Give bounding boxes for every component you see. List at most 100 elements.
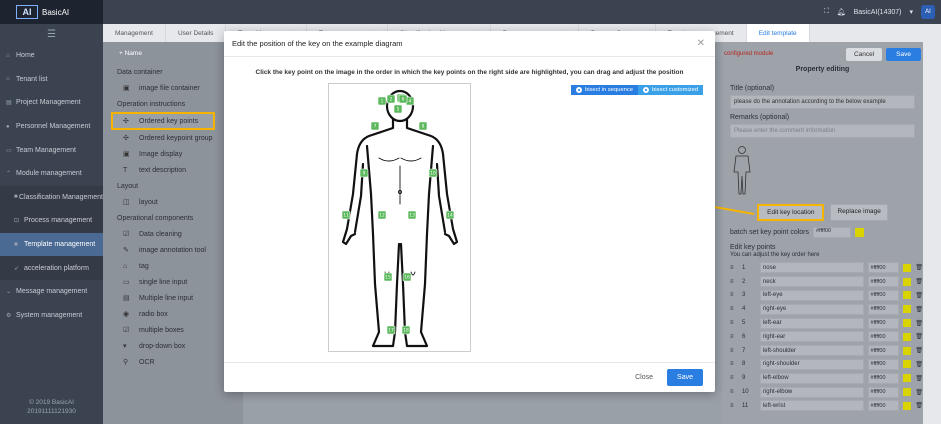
- sidebar-item-system-management[interactable]: ⚙ System management: [0, 304, 103, 328]
- group-layout[interactable]: Layout: [103, 178, 243, 194]
- key-point-row[interactable]: ≡ 7 left-shoulder #ffff00 🗑︎: [722, 344, 923, 358]
- component-data-cleaning[interactable]: ☑ Data cleaning: [103, 226, 243, 242]
- keypoint-marker[interactable]: 16: [402, 272, 412, 282]
- keypoint-marker[interactable]: 7: [370, 121, 380, 131]
- key-point-color-swatch[interactable]: [903, 360, 912, 369]
- drag-handle-icon[interactable]: ≡: [730, 320, 738, 326]
- scrollbar[interactable]: [923, 42, 941, 424]
- key-point-color-swatch[interactable]: [903, 319, 912, 328]
- component-tag[interactable]: ⌂ tag: [103, 258, 243, 274]
- trash-icon[interactable]: 🗑︎: [915, 306, 923, 313]
- key-point-color-input[interactable]: #ffff00: [867, 372, 900, 384]
- key-point-color-swatch[interactable]: [903, 291, 912, 300]
- component-layout[interactable]: ◫ layout: [103, 194, 243, 210]
- tab-user-details[interactable]: User Details: [166, 24, 227, 42]
- human-body-figure[interactable]: 123456789101112131415161718: [329, 84, 472, 353]
- remarks-input[interactable]: Please enter the comment information: [730, 124, 915, 138]
- key-point-color-swatch[interactable]: [903, 277, 912, 286]
- key-point-color-input[interactable]: #ffff00: [867, 400, 900, 412]
- key-point-color-input[interactable]: #ffff00: [867, 317, 900, 329]
- sidebar-item-message-management[interactable]: ⌄ Message management: [0, 280, 103, 304]
- modal-save-button[interactable]: Save: [667, 369, 703, 386]
- key-point-color-swatch[interactable]: [903, 388, 912, 397]
- keypoint-marker[interactable]: 17: [386, 325, 396, 335]
- trash-icon[interactable]: 🗑︎: [915, 333, 923, 340]
- tab-management[interactable]: Management: [103, 24, 166, 42]
- key-point-name-input[interactable]: right-shoulder: [759, 358, 864, 370]
- keypoint-marker[interactable]: 11: [341, 210, 351, 220]
- drag-handle-icon[interactable]: ≡: [730, 403, 738, 409]
- key-point-color-input[interactable]: #ffff00: [867, 358, 900, 370]
- keypoint-marker[interactable]: 1: [377, 96, 387, 106]
- sidebar-item-template-management[interactable]: ■ Template management: [0, 232, 103, 257]
- key-point-color-input[interactable]: #ffff00: [867, 262, 900, 274]
- key-point-name-input[interactable]: right-elbow: [759, 386, 864, 398]
- component-radio-box[interactable]: ◉ radio box: [103, 306, 243, 322]
- key-point-color-input[interactable]: #ffff00: [867, 331, 900, 343]
- replace-image-button[interactable]: Replace image: [830, 204, 888, 221]
- trash-icon[interactable]: 🗑︎: [915, 264, 923, 271]
- key-point-name-input[interactable]: left-shoulder: [759, 345, 864, 357]
- trash-icon[interactable]: 🗑︎: [915, 278, 923, 285]
- drag-handle-icon[interactable]: ≡: [730, 265, 738, 271]
- user-menu[interactable]: BasicAI(14307): [854, 9, 902, 16]
- example-diagram[interactable]: 123456789101112131415161718: [328, 83, 471, 352]
- trash-icon[interactable]: 🗑︎: [915, 402, 923, 409]
- keypoint-marker[interactable]: 8: [418, 121, 428, 131]
- drag-handle-icon[interactable]: ≡: [730, 292, 738, 298]
- cancel-button[interactable]: Cancel: [845, 47, 883, 61]
- component-drop-down-box[interactable]: ▾ drop-down box: [103, 338, 243, 354]
- component-single-line-input[interactable]: ▭ single line input: [103, 274, 243, 290]
- component-ocr[interactable]: ⚲ OCR: [103, 354, 243, 370]
- bell-icon[interactable]: 🔔︎: [837, 8, 846, 16]
- key-point-row[interactable]: ≡ 1 nose #ffff00 🗑︎: [722, 261, 923, 275]
- key-point-row[interactable]: ≡ 8 right-shoulder #ffff00 🗑︎: [722, 358, 923, 372]
- trash-icon[interactable]: 🗑︎: [915, 361, 923, 368]
- key-point-color-swatch[interactable]: [903, 332, 912, 341]
- key-point-name-input[interactable]: right-eye: [759, 303, 864, 315]
- key-point-row[interactable]: ≡ 10 right-elbow #ffff00 🗑︎: [722, 385, 923, 399]
- sidebar-item-team-management[interactable]: ▭ Team Management: [0, 138, 103, 162]
- title-input[interactable]: please do the annotation according to th…: [730, 95, 915, 109]
- close-icon[interactable]: ✕: [697, 38, 705, 49]
- drag-handle-icon[interactable]: ≡: [730, 279, 738, 285]
- group-operation-instructions[interactable]: Operation instructions: [103, 96, 243, 112]
- key-point-row[interactable]: ≡ 2 neck #ffff00 🗑︎: [722, 275, 923, 289]
- component-ordered-key-points[interactable]: ✣ Ordered key points: [111, 112, 215, 130]
- key-point-color-input[interactable]: #ffff00: [867, 345, 900, 357]
- sidebar-item-acceleration-platform[interactable]: ➶ acceleration platform: [0, 256, 103, 280]
- bisect-sequence-button[interactable]: bisect in sequence: [571, 85, 639, 95]
- key-point-name-input[interactable]: left-elbow: [759, 372, 864, 384]
- drag-handle-icon[interactable]: ≡: [730, 348, 738, 354]
- key-point-color-input[interactable]: #ffff00: [867, 289, 900, 301]
- key-point-row[interactable]: ≡ 6 right-ear #ffff00 🗑︎: [722, 330, 923, 344]
- key-point-color-input[interactable]: #ffff00: [867, 303, 900, 315]
- trash-icon[interactable]: 🗑︎: [915, 375, 923, 382]
- key-point-color-input[interactable]: #ffff00: [867, 386, 900, 398]
- key-point-color-swatch[interactable]: [903, 374, 912, 383]
- key-point-row[interactable]: ≡ 11 left-wrist #ffff00 🗑︎: [722, 399, 923, 413]
- drag-handle-icon[interactable]: ≡: [730, 389, 738, 395]
- group-data-container[interactable]: Data container: [103, 64, 243, 80]
- key-point-color-input[interactable]: #ffff00: [867, 276, 900, 288]
- tab-edit-template[interactable]: Edit template: [746, 24, 810, 42]
- keypoint-marker[interactable]: 9: [359, 168, 369, 178]
- edit-key-location-button[interactable]: Edit key location: [757, 204, 825, 221]
- trash-icon[interactable]: 🗑︎: [915, 347, 923, 354]
- key-point-color-swatch[interactable]: [903, 305, 912, 314]
- trash-icon[interactable]: 🗑︎: [915, 292, 923, 299]
- keypoint-marker[interactable]: 12: [377, 210, 387, 220]
- keypoint-marker[interactable]: 5: [393, 104, 403, 114]
- logo[interactable]: AI BasicAI: [0, 0, 103, 24]
- group-operational-components[interactable]: Operational components: [103, 210, 243, 226]
- sidebar-item-project-management[interactable]: ▤ Project Management: [0, 91, 103, 115]
- keypoint-marker[interactable]: 2: [386, 94, 396, 104]
- sidebar-item-process-management[interactable]: ⊡ Process management: [0, 209, 103, 233]
- trash-icon[interactable]: 🗑︎: [915, 320, 923, 327]
- component-image-file-container[interactable]: ▣ image file container: [103, 80, 243, 96]
- keypoint-marker[interactable]: 15: [383, 272, 393, 282]
- component-text-description[interactable]: Ttext description: [103, 162, 243, 178]
- fullscreen-icon[interactable]: ⛶: [824, 8, 829, 16]
- key-point-row[interactable]: ≡ 4 right-eye #ffff00 🗑︎: [722, 302, 923, 316]
- close-button[interactable]: Close: [635, 374, 653, 381]
